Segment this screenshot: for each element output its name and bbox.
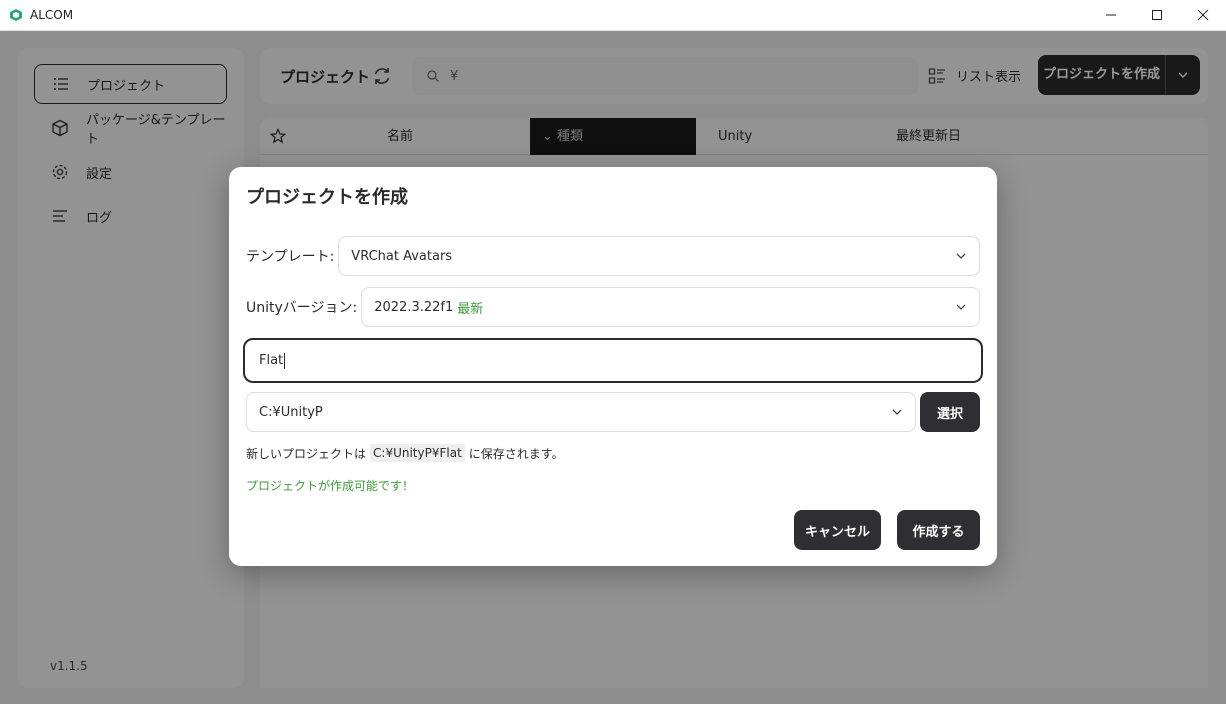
window-title: ALCOM: [30, 8, 74, 22]
minimize-button[interactable]: [1088, 0, 1134, 30]
close-button[interactable]: [1180, 0, 1226, 30]
save-note-prefix: 新しいプロジェクトは: [246, 446, 367, 461]
project-location-select[interactable]: C:¥UnityP: [246, 392, 916, 432]
close-icon: [1197, 9, 1209, 21]
project-location-value: C:¥UnityP: [259, 404, 323, 420]
save-location-note: 新しいプロジェクトは C:¥UnityP¥Flat に保存されます。: [246, 444, 564, 462]
create-project-dialog: プロジェクトを作成 テンプレート: VRChat Avatars Unityバー…: [229, 167, 997, 566]
unity-version-select[interactable]: 2022.3.22f1 最新: [361, 287, 980, 327]
create-button[interactable]: 作成する: [897, 510, 980, 550]
unity-version-value: 2022.3.22f1: [374, 299, 454, 315]
project-name-value: Flat: [259, 353, 284, 368]
template-label: テンプレート:: [246, 249, 335, 265]
save-note-path: C:¥UnityP¥Flat: [370, 444, 465, 462]
template-value: VRChat Avatars: [351, 248, 453, 264]
unity-version-field: Unityバージョン: 2022.3.22f1 最新: [246, 287, 980, 327]
minimize-icon: [1106, 14, 1116, 16]
template-field: テンプレート: VRChat Avatars: [246, 236, 980, 276]
text-caret: [284, 352, 286, 369]
app-logo-icon: [10, 9, 22, 21]
select-folder-button[interactable]: 選択: [920, 392, 980, 432]
unity-version-label: Unityバージョン:: [246, 300, 358, 316]
project-location-field: C:¥UnityP 選択: [246, 392, 980, 432]
chevron-down-icon: [892, 409, 902, 415]
template-select[interactable]: VRChat Avatars: [338, 236, 980, 276]
status-message: プロジェクトが作成可能です！: [246, 479, 415, 493]
maximize-icon: [1152, 10, 1162, 20]
cancel-button[interactable]: キャンセル: [794, 510, 881, 550]
latest-badge: 最新: [457, 301, 484, 317]
title-bar: ALCOM: [0, 0, 1226, 31]
maximize-button[interactable]: [1134, 0, 1180, 30]
dialog-title: プロジェクトを作成: [246, 187, 408, 208]
chevron-down-icon: [956, 253, 966, 259]
window-controls: [1088, 0, 1226, 30]
project-name-input[interactable]: Flat: [243, 338, 983, 383]
chevron-down-icon: [956, 304, 966, 310]
save-note-suffix: に保存されます。: [468, 446, 564, 461]
